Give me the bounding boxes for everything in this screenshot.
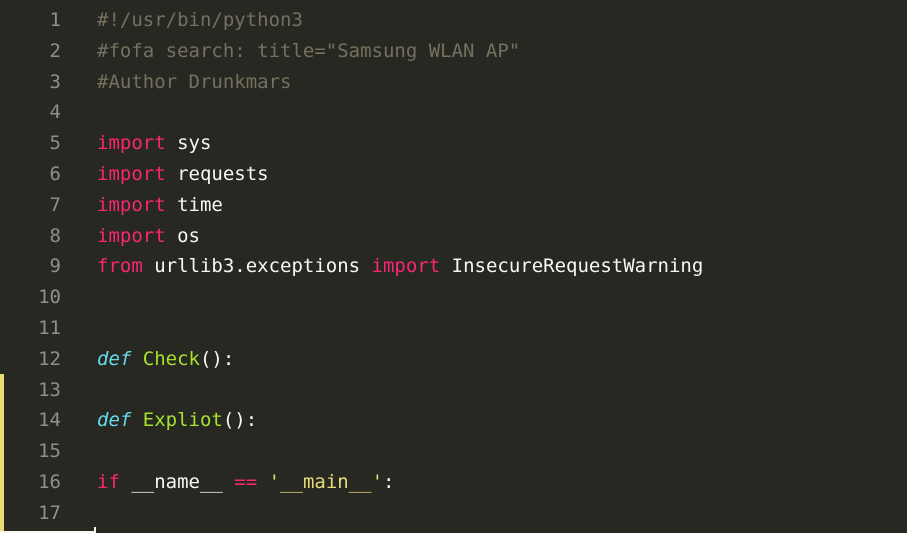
code-token-plain: os	[165, 224, 200, 247]
line-number: 17	[0, 498, 61, 529]
code-token-plain: :	[383, 470, 395, 493]
code-token-plain: urllib3.exceptions	[142, 255, 372, 278]
line-number-text: 1	[49, 9, 61, 31]
line-number-text: 7	[49, 193, 61, 216]
line-number-text: 2	[49, 39, 61, 62]
line-number: 16	[0, 467, 61, 498]
code-token-comment: #!/usr/bin/python3	[97, 9, 303, 31]
code-token-keyword: from	[97, 255, 143, 278]
line-number-text: 6	[49, 162, 61, 185]
code-token-plain: sys	[165, 132, 212, 155]
code-token-keyword: if	[97, 470, 120, 493]
code-token-keyword: import	[97, 224, 166, 247]
code-lines[interactable]: 1 #!/usr/bin/python3 2 #fofa search: title=…	[0, 5, 907, 529]
line-number: 14	[0, 405, 61, 436]
line-content: from urllib3.exceptions import InsecureR…	[97, 251, 703, 282]
line-number-text: 10	[38, 286, 61, 309]
line-number: 13	[0, 375, 61, 406]
code-line[interactable]: 16 if __name__ == '__main__':	[0, 467, 907, 498]
code-token-comment: #Author Drunkmars	[97, 70, 292, 93]
line-number: 11	[0, 313, 61, 344]
line-number-text: 9	[49, 255, 61, 278]
code-line[interactable]: 12 def Check():	[0, 344, 907, 375]
line-number: 8	[0, 221, 61, 252]
line-content: def Expliot():	[97, 405, 257, 436]
code-token-keyword: import	[97, 132, 166, 155]
line-content: #Author Drunkmars	[97, 67, 291, 98]
line-number: 12	[0, 344, 61, 375]
code-line[interactable]: 5 import sys	[0, 128, 907, 159]
line-number-text: 13	[38, 378, 61, 401]
line-number-text: 17	[38, 501, 61, 524]
code-token-def: def	[97, 347, 132, 370]
line-content: import time	[97, 190, 223, 221]
code-token-comment: #fofa search: title="Samsung WLAN AP"	[97, 39, 521, 62]
line-content: import requests	[97, 159, 269, 190]
code-token-plain: ():	[222, 409, 258, 432]
code-line[interactable]: 1 #!/usr/bin/python3	[0, 5, 907, 36]
line-number: 4	[0, 97, 61, 128]
line-number: 2	[0, 36, 61, 67]
code-token-def: def	[97, 409, 132, 432]
code-token-func: Expliot	[142, 409, 223, 432]
line-content: if __name__ == '__main__':	[97, 467, 394, 498]
code-token-plain: time	[165, 193, 223, 216]
code-token-string: '__main__'	[268, 470, 384, 493]
line-number: 6	[0, 159, 61, 190]
code-token-plain: InsecureRequestWarning	[440, 255, 704, 278]
code-line[interactable]: 14 def Expliot():	[0, 405, 907, 436]
code-line[interactable]: 3 #Author Drunkmars	[0, 67, 907, 98]
code-line[interactable]: 8 import os	[0, 221, 907, 252]
code-line[interactable]: 11	[0, 313, 907, 344]
line-number: 10	[0, 282, 61, 313]
code-line[interactable]: 7 import time	[0, 190, 907, 221]
code-line[interactable]: 4	[0, 97, 907, 128]
code-line[interactable]: 15	[0, 436, 907, 467]
line-number-text: 12	[38, 347, 61, 370]
line-number: 5	[0, 128, 61, 159]
line-content: #!/usr/bin/python3	[97, 5, 303, 36]
text-cursor	[94, 527, 96, 533]
code-token-plain: ():	[199, 347, 235, 370]
line-number-text: 8	[49, 224, 61, 247]
line-content: import sys	[97, 128, 211, 159]
line-number-text: 5	[49, 132, 61, 155]
code-line[interactable]: 13	[0, 375, 907, 406]
code-token-keyword: import	[97, 193, 166, 216]
line-number-text: 14	[38, 409, 61, 432]
code-token-op: ==	[234, 470, 258, 493]
code-line[interactable]: 2 #fofa search: title="Samsung WLAN AP"	[0, 36, 907, 67]
line-number: 15	[0, 436, 61, 467]
code-line[interactable]: 6 import requests	[0, 159, 907, 190]
line-number-text: 4	[49, 101, 61, 124]
code-token-func: Check	[142, 347, 200, 370]
code-token-plain: __name__	[119, 470, 235, 493]
line-content: import os	[97, 221, 200, 252]
code-line[interactable]: 9 from urllib3.exceptions import Insecure…	[0, 251, 907, 282]
line-number-text: 16	[38, 470, 61, 493]
code-token-plain: requests	[165, 162, 269, 185]
line-number-text: 3	[49, 70, 61, 93]
line-number: 7	[0, 190, 61, 221]
line-content: #fofa search: title="Samsung WLAN AP"	[97, 36, 520, 67]
line-number: 3	[0, 67, 61, 98]
line-number-text: 11	[38, 316, 61, 339]
code-token-keyword: import	[97, 162, 166, 185]
line-content: def Check():	[97, 344, 234, 375]
code-line[interactable]: 17	[0, 498, 907, 529]
code-line[interactable]: 10	[0, 282, 907, 313]
code-editor[interactable]: 1 #!/usr/bin/python3 2 #fofa search: title=…	[0, 0, 907, 533]
line-number: 1	[0, 5, 61, 36]
line-number: 9	[0, 251, 61, 282]
line-number-text: 15	[38, 440, 61, 463]
code-token-keyword: import	[371, 255, 441, 278]
